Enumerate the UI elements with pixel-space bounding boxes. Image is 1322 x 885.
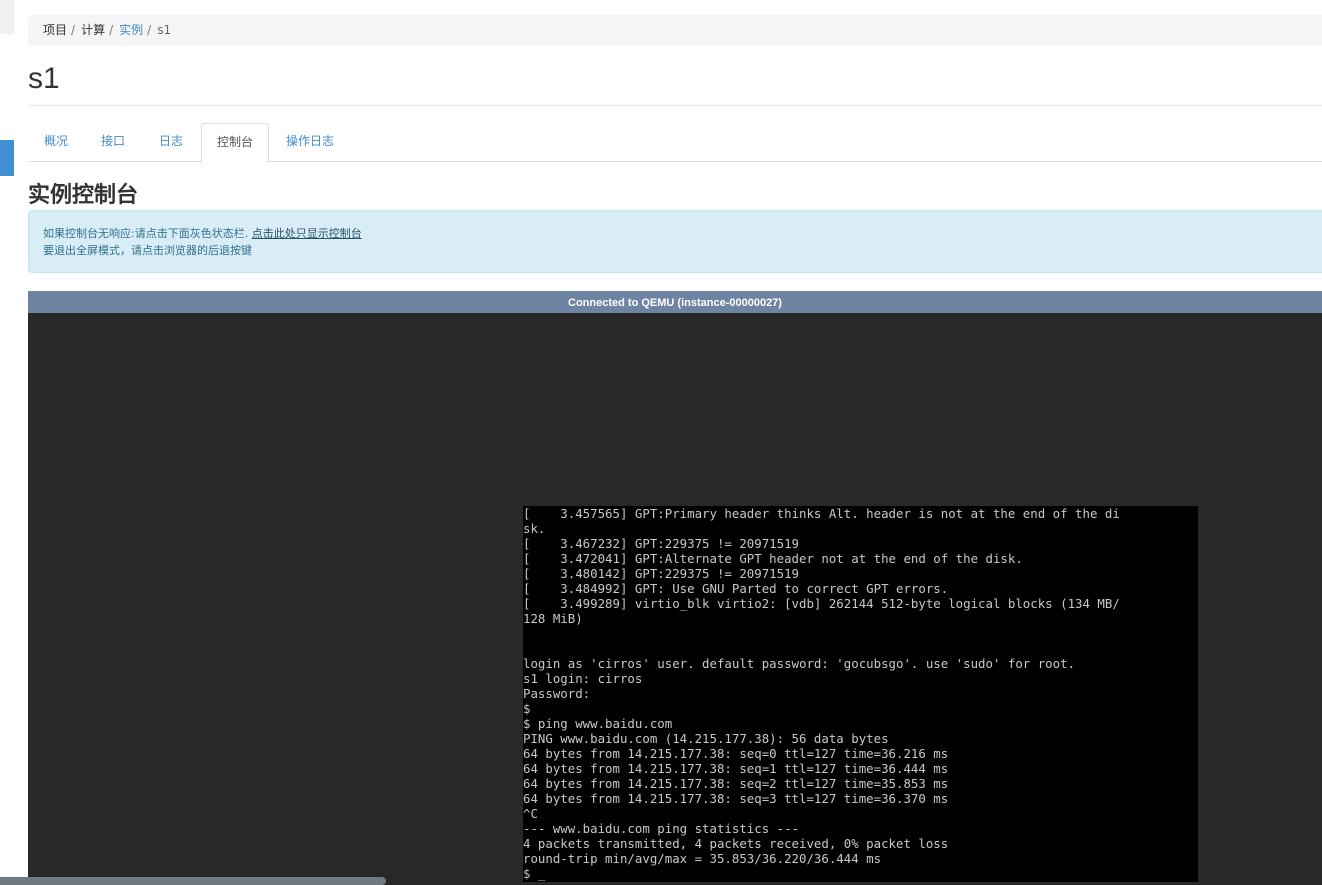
tab-log[interactable]: 日志 <box>144 123 198 162</box>
breadcrumb-separator: / <box>109 23 114 37</box>
sidebar-active-marker <box>0 140 14 176</box>
tab-action-log[interactable]: 操作日志 <box>271 123 349 162</box>
terminal-output: [ 3.457565] GPT:Primary header thinks Al… <box>523 506 1120 881</box>
breadcrumb-item-project[interactable]: 项目 <box>43 23 67 37</box>
section-title: 实例控制台 <box>28 183 139 208</box>
info-alert: 如果控制台无响应:请点击下面灰色状态栏. 点击此处只显示控制台 要退出全屏模式，… <box>28 210 1322 273</box>
breadcrumb: 项目 / 计算 / 实例 / s1 <box>28 15 1322 46</box>
tab-interfaces[interactable]: 接口 <box>86 123 140 162</box>
tab-console[interactable]: 控制台 <box>201 123 270 163</box>
breadcrumb-separator: / <box>147 23 152 37</box>
sidebar-edge <box>0 0 14 34</box>
alert-text: 如果控制台无响应:请点击下面灰色状态栏. <box>43 227 249 240</box>
alert-line-1: 如果控制台无响应:请点击下面灰色状态栏. 点击此处只显示控制台 <box>43 225 1322 242</box>
console-status-bar[interactable]: Connected to QEMU (instance-00000027) <box>28 291 1322 313</box>
breadcrumb-separator: / <box>71 23 76 37</box>
horizontal-scrollbar[interactable] <box>0 877 386 885</box>
tab-overview[interactable]: 概况 <box>29 123 83 162</box>
title-divider <box>28 105 1322 106</box>
vm-terminal-screen[interactable]: [ 3.457565] GPT:Primary header thinks Al… <box>523 506 1198 882</box>
breadcrumb-item-instances[interactable]: 实例 <box>119 23 143 37</box>
page-title: s1 <box>28 62 60 95</box>
alert-line-2: 要退出全屏模式，请点击浏览器的后退按键 <box>43 244 252 257</box>
tab-bar: 概况 接口 日志 控制台 操作日志 <box>28 123 1322 163</box>
breadcrumb-item-current: s1 <box>157 23 172 37</box>
breadcrumb-item-compute[interactable]: 计算 <box>81 23 105 37</box>
console-only-link[interactable]: 点击此处只显示控制台 <box>252 227 362 240</box>
